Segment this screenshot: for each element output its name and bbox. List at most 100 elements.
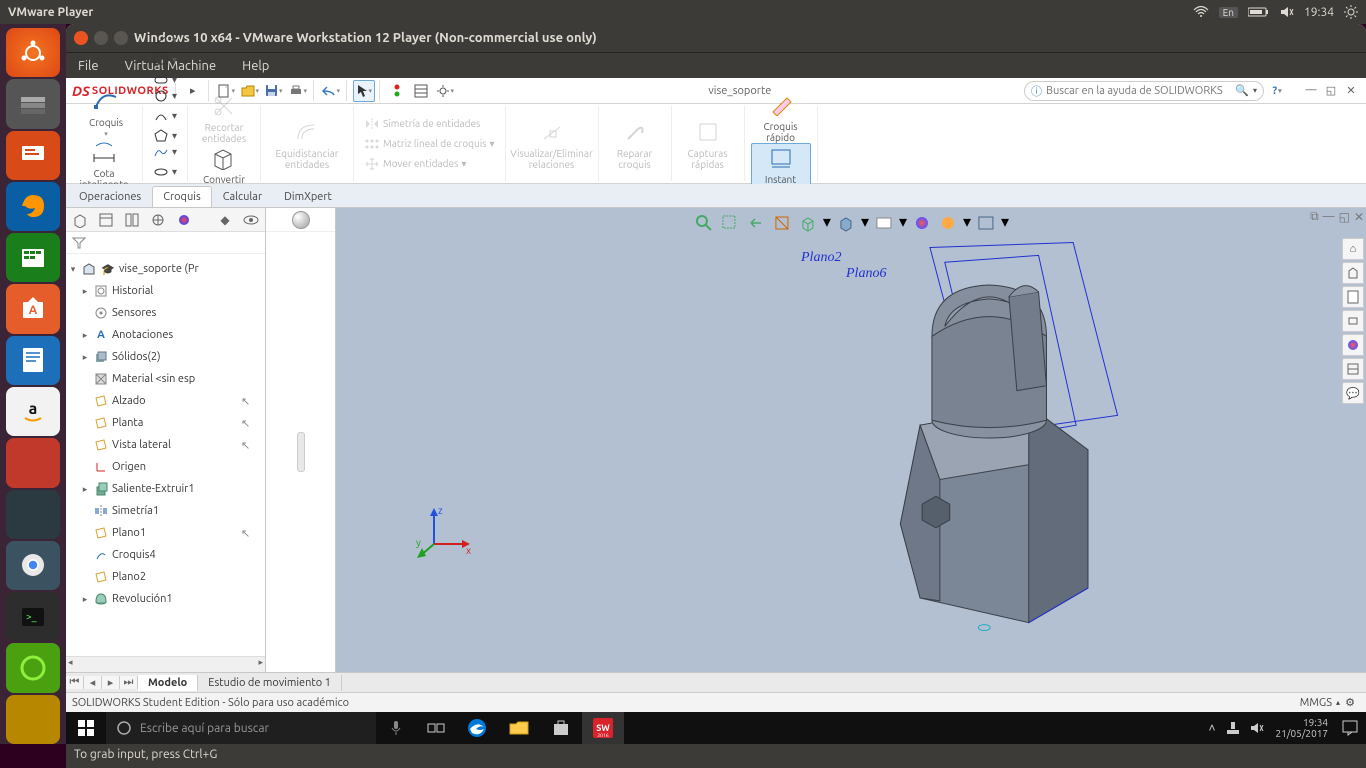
plane-label-6[interactable]: Plano6 [846,266,886,282]
tree-sensores[interactable]: Sensores [66,302,263,324]
tree-root[interactable]: ▾🎓vise_soporte (Pr [66,258,263,280]
ribbon-line-tool[interactable]: ▾ [153,32,177,48]
fm-tab-paint-icon[interactable]: ◆ [215,210,235,230]
tree-planta[interactable]: Planta↖ [66,412,263,434]
fm-tab-property-icon[interactable] [96,210,116,230]
tray-chevron-icon[interactable]: ˄ [1209,721,1216,735]
tree-alzado[interactable]: Alzado↖ [66,390,263,412]
vmware-titlebar[interactable]: Windows 10 x64 - VMware Workstation 12 P… [66,24,1366,52]
menu-help[interactable]: Help [236,55,275,77]
ribbon-circle-tool[interactable]: ▾ [153,88,177,104]
ribbon-ellipse-tool[interactable]: ▾ [153,164,177,180]
taskbar-store[interactable] [540,712,582,744]
search-dropdown-icon[interactable]: ▾ [1253,86,1257,95]
options-grid-button[interactable] [410,80,432,102]
view-triad[interactable]: z x y [416,502,476,562]
tab-dimxpert[interactable]: DimXpert [273,186,343,207]
tree-solidos[interactable]: ▸Sólidos(2) [66,346,263,368]
tab-estudio-movimiento[interactable]: Estudio de movimiento 1 [198,675,342,691]
tree-plano2[interactable]: Plano2 [66,566,263,588]
menu-file[interactable]: File [72,55,105,77]
launcher-app-red[interactable] [6,438,60,487]
launcher-terminal[interactable]: >_ [6,592,60,641]
launcher-calc[interactable] [6,233,60,282]
fm-tab-config-icon[interactable] [122,210,142,230]
appearance-sphere[interactable] [266,208,335,232]
splitter-handle[interactable] [297,432,305,472]
tree-origen[interactable]: Origen [66,456,263,478]
clock[interactable]: 19:34 [1304,6,1334,19]
launcher-software[interactable]: A [6,284,60,333]
gear-icon[interactable] [1344,5,1358,19]
ribbon-sketch[interactable]: Croquis ▾ [76,87,136,138]
launcher-app-gold[interactable] [6,695,60,744]
launcher-firefox[interactable] [6,182,60,231]
maximize-button[interactable] [114,31,128,45]
close-button[interactable] [74,31,88,45]
sw-close-icon[interactable]: ✕ [1342,84,1360,97]
help-button[interactable]: ? [1266,80,1288,102]
tab-calcular[interactable]: Calcular [212,186,273,207]
taskbar-clock[interactable]: 19:34 21/05/2017 [1270,717,1334,739]
tree-croquis4[interactable]: Croquis4 [66,544,263,566]
taskview-button[interactable] [416,712,456,744]
save-button[interactable] [263,80,285,102]
launcher-app-green[interactable] [6,643,60,692]
tree-anotaciones[interactable]: ▸AAnotaciones [66,324,263,346]
fm-filter[interactable] [66,232,265,254]
units-selector[interactable]: MMGS▴ [1300,697,1340,709]
taskbar-solidworks[interactable]: SW2016 [582,712,624,744]
launcher-dash[interactable] [6,28,60,77]
help-search[interactable]: ⓘ 🔍 ▾ [1024,81,1264,101]
ribbon-polygon-tool[interactable]: ▾ [153,128,177,144]
plane-label-2[interactable]: Plano2 [801,250,841,266]
ribbon-spline-tool[interactable]: ▾ [153,144,177,160]
fm-hscroll[interactable] [66,656,265,672]
fm-tab-feature-icon[interactable] [70,210,90,230]
sw-minimize-icon[interactable]: — [1302,84,1320,97]
action-center-icon[interactable] [1334,712,1366,744]
search-input[interactable] [1046,85,1231,97]
tree-revolucion1[interactable]: ▸Revolución1 [66,588,263,610]
language-indicator[interactable]: En [1219,7,1238,18]
minimize-button[interactable] [94,31,108,45]
taskbar-mic-icon[interactable] [376,712,416,744]
launcher-app-dark[interactable] [6,490,60,539]
tray-network-icon[interactable] [1226,721,1240,735]
tray-volume-icon[interactable] [1250,722,1264,734]
fm-tab-eye-icon[interactable] [241,210,261,230]
launcher-impress[interactable] [6,131,60,180]
taskbar-search[interactable]: Escribe aquí para buscar [106,712,376,744]
tree-vista-lateral[interactable]: Vista lateral↖ [66,434,263,456]
tree-material[interactable]: Material <sin esp [66,368,263,390]
tab-modelo[interactable]: Modelo [138,675,198,691]
tab-croquis[interactable]: Croquis [152,186,212,207]
ribbon-slot-tool[interactable]: ▾ [153,72,177,88]
sw-restore-icon[interactable]: ◱ [1322,84,1340,97]
rebuild-button[interactable] [386,80,408,102]
ribbon-rect-tool[interactable]: ▾ [153,52,177,68]
launcher-files[interactable] [6,79,60,128]
search-icon[interactable]: 🔍 [1235,84,1249,97]
tab-operaciones[interactable]: Operaciones [68,186,152,207]
launcher-writer[interactable] [6,336,60,385]
undo-button[interactable] [320,80,342,102]
fm-tab-display-icon[interactable] [174,210,194,230]
start-button[interactable] [66,712,106,744]
taskbar-explorer[interactable] [498,712,540,744]
launcher-chrome[interactable] [6,541,60,590]
taskbar-edge[interactable] [456,712,498,744]
battery-icon[interactable] [1248,7,1270,17]
ribbon-arc-tool[interactable]: ▾ [153,108,177,124]
launcher-amazon[interactable]: a [6,387,60,436]
graphics-area[interactable]: ⧉ — ◱ ✕ ▾ ▾ ▾ ▾ ▾ [336,208,1366,672]
settings-button[interactable] [434,80,456,102]
tree-simetria1[interactable]: Simetría1 [66,500,263,522]
mt-first-icon[interactable]: ⏮ [66,676,84,689]
mt-prev-icon[interactable]: ◂ [84,676,102,689]
print-button[interactable] [287,80,309,102]
volume-icon[interactable] [1280,6,1294,18]
tree-historial[interactable]: ▸Historial [66,280,263,302]
status-settings-icon[interactable]: ⚙ [1340,696,1360,709]
tree-extruir1[interactable]: ▸Saliente-Extruir1 [66,478,263,500]
